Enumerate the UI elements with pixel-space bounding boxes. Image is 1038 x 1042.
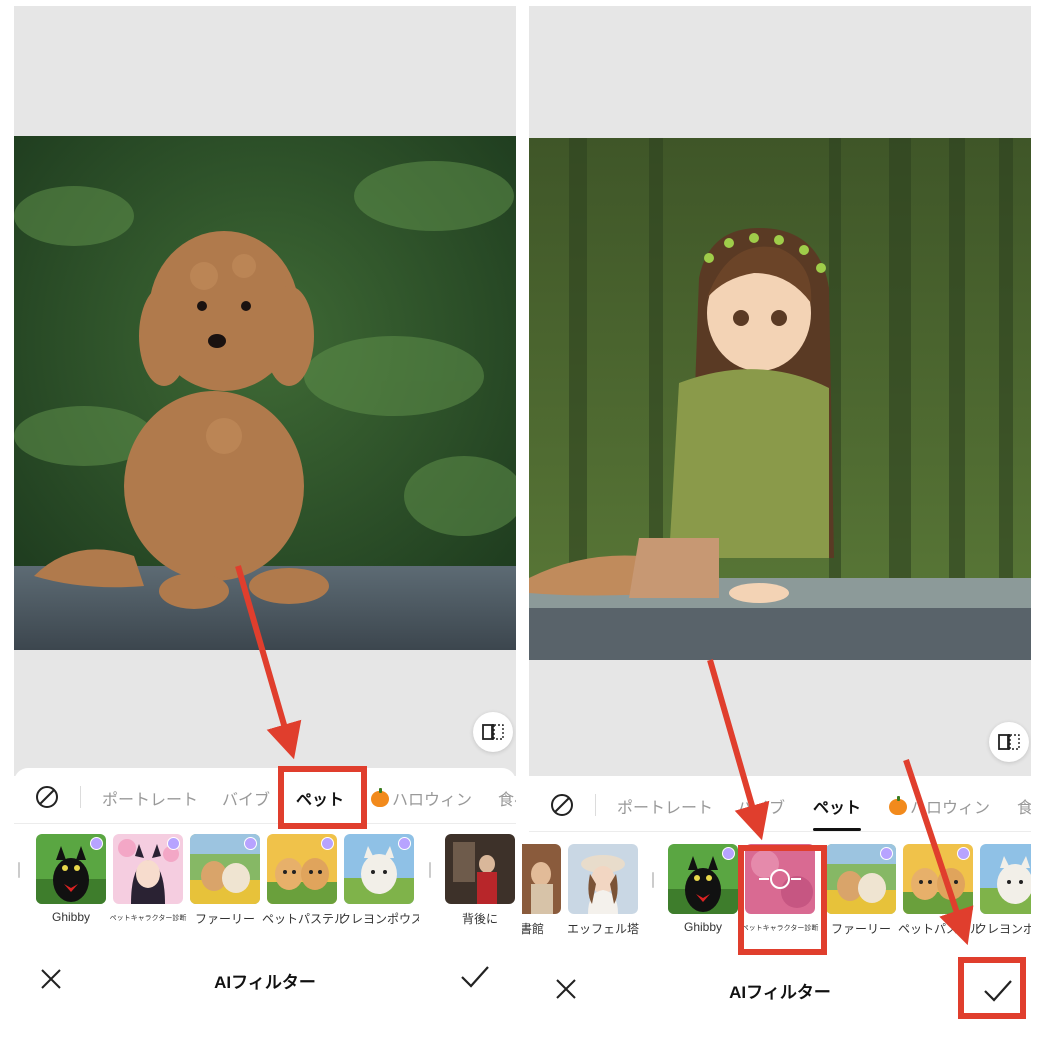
- tab-separator: [595, 794, 596, 816]
- tab-halloween[interactable]: ハロウィン: [371, 786, 472, 810]
- compare-button[interactable]: [473, 712, 513, 752]
- tab-halloween-label: ハロウィン: [392, 792, 473, 809]
- filter-thumbnail: [668, 844, 738, 914]
- filter-sheet: ポートレート バイブ ペット ハロウィン 食べ 図書館 エッフェル塔: [522, 776, 1031, 1042]
- filter-list: Ghibby ペットキャラクター診断 ファーリー ペットパステル クレヨンポウズ…: [14, 834, 516, 944]
- tab-pet[interactable]: ペット: [296, 786, 344, 810]
- premium-gem-icon: [321, 837, 334, 850]
- filter-label: ペットキャラクター診断: [741, 925, 819, 932]
- filter-label: ペットキャラクター診断: [109, 915, 187, 922]
- tab-food[interactable]: 食べ: [1017, 794, 1031, 818]
- premium-gem-icon: [90, 837, 103, 850]
- premium-gem-icon: [722, 847, 735, 860]
- compare-icon: [482, 724, 504, 740]
- filter-thumbnail: [190, 834, 260, 904]
- filter-thumbnail: [568, 844, 638, 914]
- premium-gem-icon: [244, 837, 257, 850]
- filter-crayon-paws[interactable]: クレヨンポウズ: [975, 844, 1031, 937]
- tab-food[interactable]: 食べ: [498, 786, 516, 810]
- premium-gem-icon: [167, 837, 180, 850]
- category-tabs: ポートレート バイブ ペット ハロウィン 食べ: [529, 776, 1031, 832]
- filter-label: 背後に: [461, 912, 498, 926]
- filter-eiffel-tower[interactable]: エッフェル塔: [567, 844, 639, 937]
- filter-list: 図書館 エッフェル塔 Ghibby ペットキャラクター診断: [522, 844, 1031, 954]
- filter-pet-pastel[interactable]: ペットパステル: [898, 844, 978, 937]
- filter-ghibby[interactable]: Ghibby: [36, 834, 106, 924]
- tab-vibe[interactable]: バイブ: [222, 786, 270, 810]
- bottom-bar: AIフィルター: [529, 958, 1031, 1018]
- filter-behind[interactable]: 背後に: [445, 834, 515, 927]
- filter-thumbnail: [980, 844, 1031, 914]
- filter-furry[interactable]: ファーリー: [190, 834, 260, 927]
- filter-label: Ghibby: [51, 910, 91, 924]
- filter-thumbnail: [113, 834, 183, 904]
- filter-ghibby[interactable]: Ghibby: [668, 844, 738, 934]
- compare-button[interactable]: [989, 722, 1029, 762]
- group-divider: [429, 862, 431, 878]
- filter-sheet: ポートレート バイブ ペット ハロウィン 食べ Ghibby ペットキャラクター…: [14, 768, 516, 1042]
- filter-label: 図書館: [522, 922, 544, 936]
- category-tabs: ポートレート バイブ ペット ハロウィン 食べ: [14, 768, 516, 824]
- filtered-photo: [529, 138, 1031, 660]
- filter-pet-character[interactable]: ペットキャラクター診断: [110, 834, 186, 923]
- photo-stage: [14, 6, 516, 776]
- filter-label: ペットパステル: [898, 922, 978, 936]
- filter-pet-pastel[interactable]: ペットパステル: [262, 834, 342, 927]
- filter-thumbnail: [903, 844, 973, 914]
- pumpkin-icon: [371, 788, 389, 807]
- checkmark-icon[interactable]: [458, 962, 492, 992]
- filter-thumbnail: [445, 834, 515, 904]
- filter-library[interactable]: 図書館: [522, 844, 561, 937]
- tab-halloween-label: ハロウィン: [910, 800, 991, 817]
- filter-label: ファーリー: [830, 922, 891, 936]
- no-filter-icon[interactable]: [34, 784, 60, 810]
- original-photo: [14, 136, 516, 650]
- sheet-title: AIフィルター: [729, 983, 831, 1002]
- list-edge-marker: [18, 862, 20, 878]
- pumpkin-icon: [889, 796, 907, 815]
- screen-before: ポートレート バイブ ペット ハロウィン 食べ Ghibby ペットキャラクター…: [7, 0, 516, 1042]
- photo-stage: [529, 6, 1031, 776]
- filter-thumbnail: [267, 834, 337, 904]
- filter-label: ペットパステル: [262, 912, 342, 926]
- compare-icon: [998, 734, 1020, 750]
- filter-thumbnail: [36, 834, 106, 904]
- filter-thumbnail: [826, 844, 896, 914]
- filter-label: クレヨンポウズ: [339, 912, 419, 926]
- tab-portrait[interactable]: ポートレート: [102, 786, 198, 810]
- filter-furry[interactable]: ファーリー: [826, 844, 896, 937]
- screen-after: ポートレート バイブ ペット ハロウィン 食べ 図書館 エッフェル塔: [522, 0, 1031, 1042]
- filter-label: ファーリー: [194, 912, 255, 926]
- premium-gem-icon: [398, 837, 411, 850]
- filter-label: エッフェル塔: [566, 922, 639, 936]
- tab-separator: [80, 786, 81, 808]
- group-divider: [652, 872, 654, 888]
- premium-gem-icon: [880, 847, 893, 860]
- bottom-bar: AIフィルター: [14, 948, 516, 1008]
- tab-vibe[interactable]: バイブ: [737, 794, 785, 818]
- tab-halloween[interactable]: ハロウィン: [889, 794, 990, 818]
- filter-thumbnail: [522, 844, 561, 914]
- tab-pet[interactable]: ペット: [813, 794, 861, 818]
- filter-thumbnail-selected: [745, 844, 815, 914]
- sheet-title: AIフィルター: [214, 973, 316, 992]
- premium-gem-icon: [957, 847, 970, 860]
- filter-crayon-paws[interactable]: クレヨンポウズ: [339, 834, 419, 927]
- filter-label: クレヨンポウズ: [975, 922, 1031, 936]
- active-tab-underline: [813, 828, 861, 831]
- no-filter-icon[interactable]: [549, 792, 575, 818]
- filter-label: Ghibby: [683, 920, 723, 934]
- tab-portrait[interactable]: ポートレート: [617, 794, 713, 818]
- filter-pet-character[interactable]: ペットキャラクター診断: [742, 844, 818, 933]
- filter-thumbnail: [344, 834, 414, 904]
- checkmark-icon[interactable]: [981, 976, 1015, 1006]
